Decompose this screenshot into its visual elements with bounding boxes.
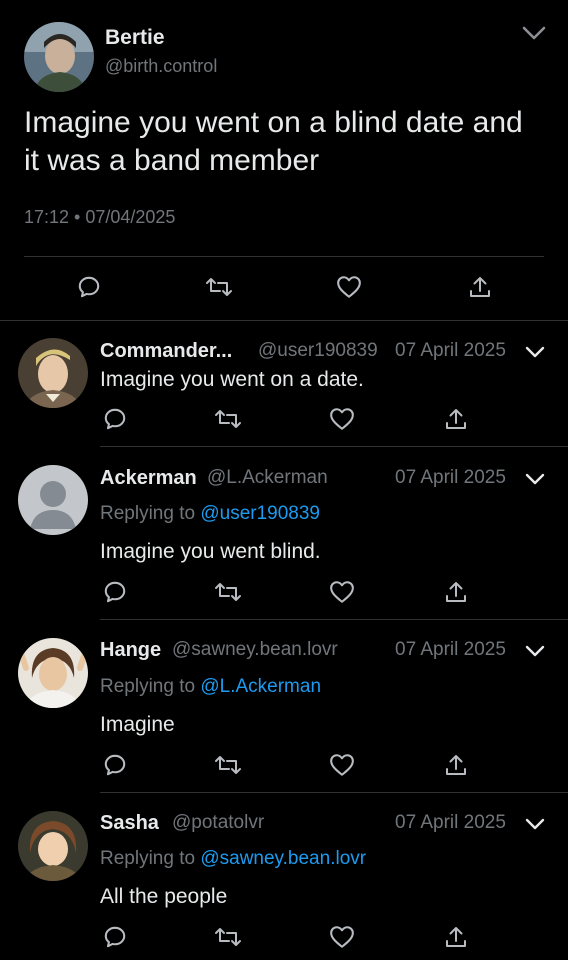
reply-icon[interactable] [100, 922, 130, 952]
like-icon[interactable] [334, 272, 364, 302]
retweet-icon[interactable] [213, 922, 243, 952]
chevron-down-icon[interactable] [524, 470, 546, 488]
divider [24, 256, 544, 257]
author-name[interactable]: Bertie [105, 26, 165, 50]
author-handle[interactable]: @potatolvr [172, 812, 264, 834]
reply-icon[interactable] [74, 272, 104, 302]
tweet-text: Imagine you went on a date. [100, 368, 364, 391]
author-name[interactable]: Hange [100, 639, 161, 662]
replying-label: Replying to [100, 848, 201, 869]
tweet-actions [0, 404, 568, 434]
reply-icon[interactable] [100, 750, 130, 780]
replying-to: Replying to @L.Ackerman [100, 676, 321, 698]
replying-label: Replying to [100, 503, 201, 524]
reply-tweet[interactable]: Ackerman @L.Ackerman 07 April 2025 Reply… [0, 447, 568, 620]
tweet-date: 07 April 2025 [395, 340, 506, 361]
author-handle[interactable]: @birth.control [105, 56, 217, 77]
avatar[interactable] [18, 638, 88, 708]
tweet-text: All the people [100, 885, 228, 908]
share-icon[interactable] [441, 750, 471, 780]
mention-link[interactable]: @sawney.bean.lovr [200, 848, 366, 869]
chevron-down-icon[interactable] [520, 22, 548, 44]
avatar[interactable] [18, 811, 88, 881]
like-icon[interactable] [327, 922, 357, 952]
tweet-actions [0, 750, 568, 780]
tweet-date: 07 April 2025 [395, 639, 506, 660]
tweet-text: Imagine you went on a blind date and it … [24, 106, 523, 177]
replying-to: Replying to @user190839 [100, 503, 320, 525]
like-icon[interactable] [327, 404, 357, 434]
main-tweet: Bertie @birth.control Imagine you went o… [0, 0, 568, 320]
tweet-actions [0, 922, 568, 952]
avatar[interactable] [18, 338, 88, 408]
tweet-date: 07 April 2025 [395, 467, 506, 488]
mention-link[interactable]: @L.Ackerman [200, 676, 321, 697]
reply-tweet[interactable]: Commander... @user190839 07 April 2025 I… [0, 320, 568, 447]
retweet-icon[interactable] [204, 272, 234, 302]
reply-icon[interactable] [100, 577, 130, 607]
avatar[interactable] [24, 22, 94, 92]
share-icon[interactable] [441, 404, 471, 434]
tweet-actions [0, 577, 568, 607]
replying-to: Replying to @sawney.bean.lovr [100, 848, 366, 870]
author-name[interactable]: Ackerman [100, 467, 197, 490]
retweet-icon[interactable] [213, 404, 243, 434]
retweet-icon[interactable] [213, 750, 243, 780]
share-icon[interactable] [441, 922, 471, 952]
avatar[interactable] [18, 465, 88, 535]
author-handle[interactable]: @sawney.bean.lovr [172, 639, 338, 661]
chevron-down-icon[interactable] [524, 815, 546, 833]
share-icon[interactable] [441, 577, 471, 607]
share-icon[interactable] [465, 272, 495, 302]
reply-icon[interactable] [100, 404, 130, 434]
reply-tweet[interactable]: Sasha @potatolvr 07 April 2025 Replying … [0, 793, 568, 960]
chevron-down-icon[interactable] [524, 642, 546, 660]
author-handle[interactable]: @user190839 [258, 340, 378, 362]
tweet-text: Imagine [100, 713, 175, 736]
like-icon[interactable] [327, 577, 357, 607]
mention-link[interactable]: @user190839 [200, 503, 320, 524]
author-name[interactable]: Sasha [100, 812, 159, 835]
like-icon[interactable] [327, 750, 357, 780]
tweet-text: Imagine you went blind. [100, 540, 321, 563]
replying-label: Replying to [100, 676, 201, 697]
author-name[interactable]: Commander... [100, 340, 232, 363]
retweet-icon[interactable] [213, 577, 243, 607]
author-handle[interactable]: @L.Ackerman [207, 467, 328, 489]
tweet-timestamp: 17:12 • 07/04/2025 [24, 207, 176, 227]
tweet-actions [0, 270, 568, 306]
chevron-down-icon[interactable] [524, 343, 546, 361]
reply-tweet[interactable]: Hange @sawney.bean.lovr 07 April 2025 Re… [0, 620, 568, 793]
tweet-date: 07 April 2025 [395, 812, 506, 833]
